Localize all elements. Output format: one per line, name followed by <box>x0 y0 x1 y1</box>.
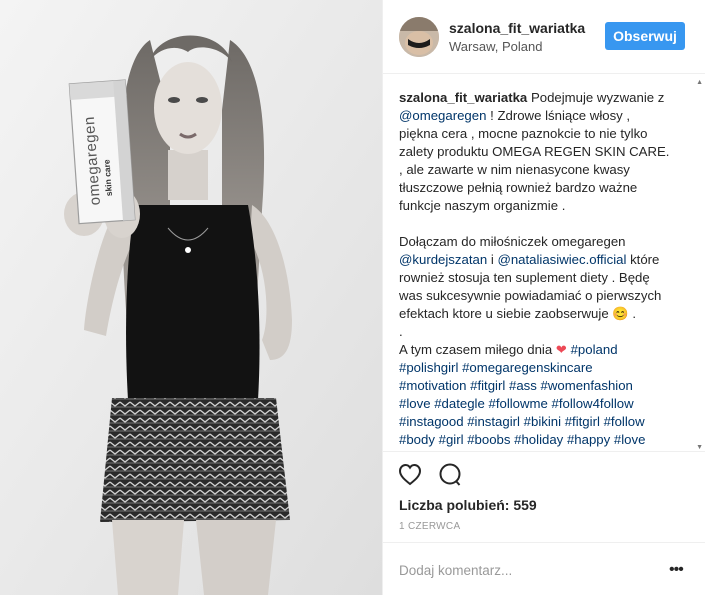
scroll-down-icon[interactable]: ▼ <box>696 444 703 451</box>
avatar-image <box>399 17 439 57</box>
caption-text: Podejmuje wyzwanie z <box>527 90 665 105</box>
hashtag-link[interactable]: #holiday <box>514 432 563 447</box>
hashtag-link[interactable]: #love <box>399 396 431 411</box>
hashtag-link[interactable]: #fitgirl <box>470 378 505 393</box>
caption-username-link[interactable]: szalona_fit_wariatka <box>399 90 527 105</box>
caption-text: które <box>626 252 660 267</box>
caption-text: . <box>399 324 403 339</box>
hashtag-link[interactable]: #followme <box>488 396 547 411</box>
hashtag-link[interactable]: #poland <box>571 342 618 357</box>
caption-line: , ale zawarte w nim nienasycone kwasy <box>399 161 685 179</box>
caption-text: . <box>628 306 637 321</box>
caption-text: zalety produktu OMEGA REGEN SKIN CARE. <box>399 144 670 159</box>
like-heart-icon[interactable] <box>397 462 423 488</box>
avatar[interactable] <box>399 17 439 57</box>
mention-link[interactable]: @kurdejszatan <box>399 252 487 267</box>
caption-text: ! Zdrowe lśniące włosy , <box>486 108 631 123</box>
follow-button[interactable]: Obserwuj <box>605 22 685 50</box>
post-side-panel: szalona_fit_wariatka Warsaw, Poland Obse… <box>382 0 705 595</box>
caption-line: A tym czasem miłego dnia ❤ #poland <box>399 341 685 359</box>
caption-line: was sukcesywnie powiadamiać o pierwszych <box>399 287 685 305</box>
caption-line: Dołączam do miłośniczek omegaregen <box>399 233 685 251</box>
caption-line: . <box>399 323 685 341</box>
comment-bubble-icon[interactable] <box>437 462 463 488</box>
post-location[interactable]: Warsaw, Poland <box>449 39 542 54</box>
hashtag-link[interactable]: #womenfashion <box>541 378 633 393</box>
hashtag-link[interactable]: #bikini <box>524 414 561 429</box>
caption-text: efektach ktore u siebie zaobserwuje <box>399 306 613 321</box>
caption-line: @omegaregen ! Zdrowe lśniące włosy , <box>399 107 685 125</box>
post-photo-illustration: omegaregen skin care <box>0 0 382 595</box>
post-date[interactable]: 1 CZERWCA <box>399 521 460 532</box>
hashtag-link[interactable]: #boobs <box>467 432 510 447</box>
caption-text: piękna cera , mocne paznokcie to nie tyl… <box>399 126 648 141</box>
post-header: szalona_fit_wariatka Warsaw, Poland Obse… <box>383 0 705 74</box>
caption-text: , ale zawarte w nim nienasycone kwasy <box>399 162 630 177</box>
likes-count[interactable]: Liczba polubień: 559 <box>399 497 537 513</box>
hashtag-link[interactable]: #instagood <box>399 414 464 429</box>
mention-link[interactable]: @nataliasiwiec.official <box>497 252 626 267</box>
caption-line: piękna cera , mocne paznokcie to nie tyl… <box>399 125 685 143</box>
hashtag-link[interactable]: #polishgirl <box>399 360 458 375</box>
caption-line: #motivation #fitgirl #ass #womenfashion <box>399 377 685 395</box>
hashtag-link[interactable]: #fitgirl <box>565 414 600 429</box>
caption-line: zalety produktu OMEGA REGEN SKIN CARE. <box>399 143 685 161</box>
hashtag-link[interactable]: #ass <box>509 378 537 393</box>
hashtag-link[interactable]: #body <box>399 432 435 447</box>
hashtag-link[interactable]: #omegaregenskincare <box>462 360 593 375</box>
caption-text: A tym czasem miłego dnia <box>399 342 556 357</box>
post-caption: szalona_fit_wariatka Podejmuje wyzwanie … <box>399 89 685 449</box>
mention-link[interactable]: @omegaregen <box>399 108 486 123</box>
caption-line: funkcje naszym organizmie . <box>399 197 685 215</box>
caption-line <box>399 215 685 233</box>
scroll-up-icon[interactable]: ▲ <box>696 79 703 86</box>
comments-scrollbar[interactable]: ▲ ▼ <box>695 75 703 451</box>
caption-line: efektach ktore u siebie zaobserwuje 😊 . <box>399 305 685 323</box>
hashtag-link[interactable]: #follow <box>604 414 645 429</box>
comments-area[interactable]: szalona_fit_wariatka Podejmuje wyzwanie … <box>383 75 705 451</box>
caption-text: tłuszczowe pełnią rownież bardzo ważne <box>399 180 638 195</box>
post-username[interactable]: szalona_fit_wariatka <box>449 20 585 36</box>
hashtag-link[interactable]: #happy <box>567 432 610 447</box>
caption-line: @kurdejszatan i @nataliasiwiec.official … <box>399 251 685 269</box>
caption-text: Dołączam do miłośniczek omegaregen <box>399 234 626 249</box>
more-options-icon[interactable]: ••• <box>669 561 684 579</box>
smiling-face-emoji-icon: 😊 <box>612 306 629 321</box>
caption-line: szalona_fit_wariatka Podejmuje wyzwanie … <box>399 89 685 107</box>
caption-line: #polishgirl #omegaregenskincare <box>399 359 685 377</box>
caption-text: funkcje naszym organizmie . <box>399 198 566 213</box>
hashtag-link[interactable]: #follow4follow <box>552 396 634 411</box>
hashtag-link[interactable]: #love <box>614 432 646 447</box>
comment-input[interactable] <box>399 560 649 580</box>
caption-line: rownież stosuja ten suplement diety . Bę… <box>399 269 685 287</box>
caption-line: tłuszczowe pełnią rownież bardzo ważne <box>399 179 685 197</box>
caption-line: #love #dategle #followme #follow4follow <box>399 395 685 413</box>
comment-bar: ••• <box>383 542 705 595</box>
caption-line: #body #girl #boobs #holiday #happy #love <box>399 431 685 449</box>
caption-text: rownież stosuja ten suplement diety . Bę… <box>399 270 650 285</box>
caption-line: #instagood #instagirl #bikini #fitgirl #… <box>399 413 685 431</box>
post-actions <box>383 451 705 495</box>
hashtag-link[interactable]: #dategle <box>434 396 485 411</box>
hashtag-link[interactable]: #instagirl <box>467 414 520 429</box>
caption-text: was sukcesywnie powiadamiać o pierwszych <box>399 288 662 303</box>
red-heart-emoji-icon: ❤ <box>555 342 567 357</box>
caption-text: i <box>487 252 498 267</box>
hashtag-link[interactable]: #motivation <box>399 378 466 393</box>
hashtag-link[interactable]: #girl <box>439 432 464 447</box>
post-photo[interactable]: omegaregen skin care <box>0 0 382 595</box>
